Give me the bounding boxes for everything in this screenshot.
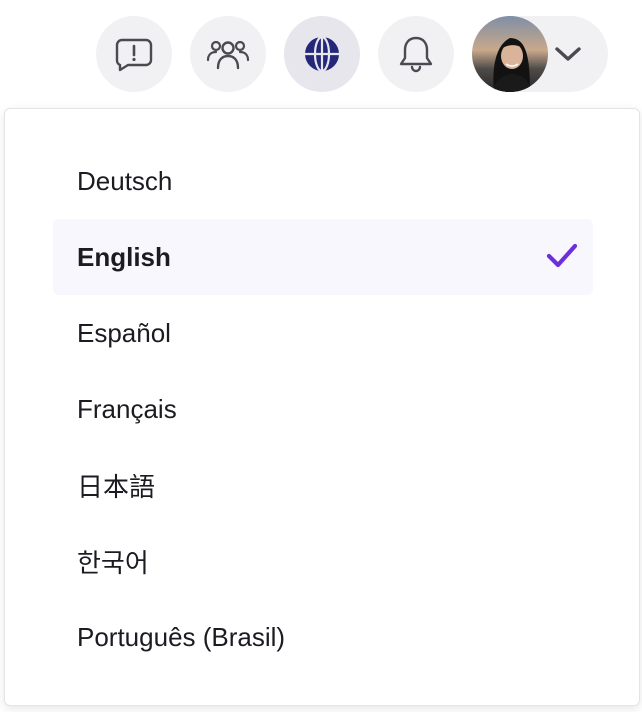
- language-option-deutsch[interactable]: Deutsch: [53, 143, 593, 219]
- top-toolbar: [0, 0, 642, 110]
- bell-icon: [399, 36, 433, 73]
- people-icon: [206, 40, 250, 70]
- people-button[interactable]: [190, 16, 266, 92]
- language-option-label: English: [77, 241, 171, 272]
- language-option-label: 한국어: [77, 547, 149, 578]
- language-option-japanese[interactable]: 日本語: [53, 447, 593, 523]
- checkmark-icon: [546, 243, 578, 268]
- language-option-francais[interactable]: Français: [53, 371, 593, 447]
- chevron-down-icon: [555, 47, 581, 61]
- language-option-label: 日本語: [77, 471, 156, 502]
- feedback-button[interactable]: [96, 16, 172, 92]
- language-option-english[interactable]: English: [53, 219, 593, 295]
- language-option-korean[interactable]: 한국어: [53, 523, 593, 599]
- globe-icon: [305, 35, 339, 73]
- avatar-photo: [472, 16, 548, 92]
- notifications-button[interactable]: [378, 16, 454, 92]
- language-option-label: Español: [77, 317, 171, 348]
- user-avatar[interactable]: [472, 16, 548, 92]
- language-option-label: Português (Brasil): [77, 621, 286, 652]
- language-option-label: Français: [77, 393, 177, 424]
- feedback-bubble-icon: [115, 38, 153, 72]
- language-option-portuguese-brasil[interactable]: Português (Brasil): [53, 599, 593, 675]
- language-option-espanol[interactable]: Español: [53, 295, 593, 371]
- account-dropdown-toggle[interactable]: [548, 36, 588, 72]
- language-dropdown: Deutsch English Español Français 日本語 한국어…: [4, 108, 640, 706]
- language-button[interactable]: [284, 16, 360, 92]
- language-option-label: Deutsch: [77, 165, 173, 196]
